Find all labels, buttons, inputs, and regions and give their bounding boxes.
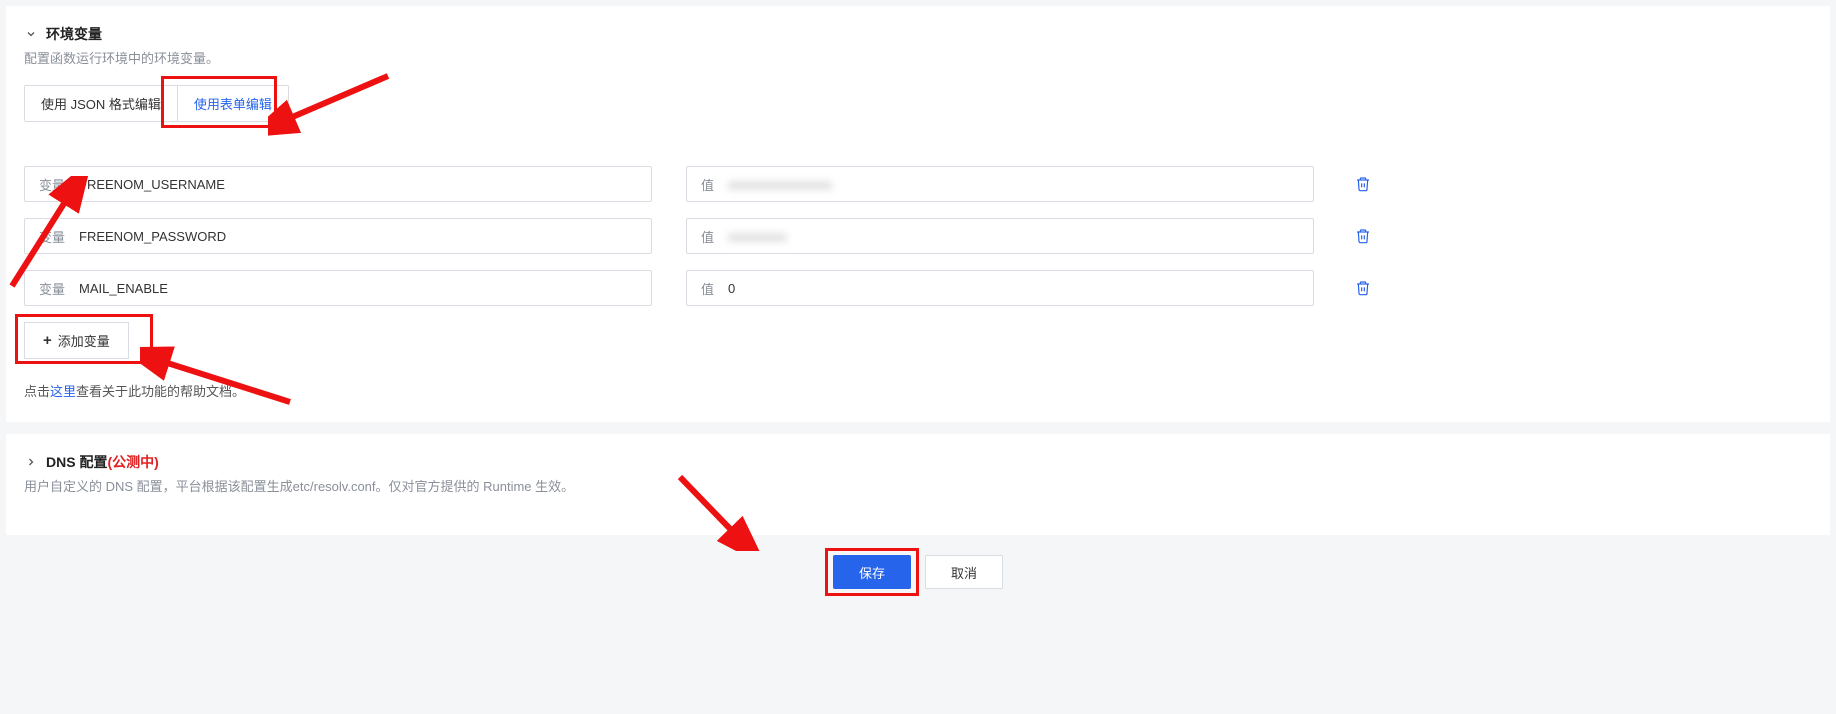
edit-mode-tabs: 使用 JSON 格式编辑 使用表单编辑 xyxy=(24,85,289,122)
dns-title: DNS 配置(公测中) xyxy=(46,452,159,472)
var-name-input[interactable] xyxy=(79,219,651,253)
trash-icon[interactable] xyxy=(1354,279,1372,297)
chevron-down-icon xyxy=(24,27,38,41)
env-var-rows: 变量 值 变量 值 xyxy=(24,166,1812,306)
beta-badge: (公测中) xyxy=(107,454,158,470)
dns-desc: 用户自定义的 DNS 配置，平台根据该配置生成etc/resolv.conf。仅… xyxy=(24,476,1812,495)
var-value-input[interactable] xyxy=(728,219,1313,253)
help-text: 点击这里查看关于此功能的帮助文档。 xyxy=(24,381,1812,400)
trash-icon[interactable] xyxy=(1354,227,1372,245)
add-variable-button[interactable]: + 添加变量 xyxy=(24,322,129,359)
val-label: 值 xyxy=(687,175,728,194)
env-var-row: 变量 值 xyxy=(24,270,1812,306)
annotation-arrow xyxy=(140,344,300,414)
val-label: 值 xyxy=(687,279,728,298)
var-label: 变量 xyxy=(25,227,79,246)
plus-icon: + xyxy=(43,333,52,348)
var-name-field[interactable]: 变量 xyxy=(24,270,652,306)
var-name-field[interactable]: 变量 xyxy=(24,218,652,254)
var-value-field[interactable]: 值 xyxy=(686,218,1314,254)
trash-icon[interactable] xyxy=(1354,175,1372,193)
env-title: 环境变量 xyxy=(46,24,102,44)
help-link[interactable]: 这里 xyxy=(50,384,76,399)
dns-panel-header[interactable]: DNS 配置(公测中) xyxy=(24,452,1812,472)
add-variable-label: 添加变量 xyxy=(58,331,110,350)
save-button[interactable]: 保存 xyxy=(833,555,911,589)
var-name-input[interactable] xyxy=(79,167,651,201)
env-panel: 环境变量 配置函数运行环境中的环境变量。 使用 JSON 格式编辑 使用表单编辑… xyxy=(6,6,1830,422)
var-value-input[interactable] xyxy=(728,167,1313,201)
var-label: 变量 xyxy=(25,175,79,194)
env-var-row: 变量 值 xyxy=(24,218,1812,254)
env-desc: 配置函数运行环境中的环境变量。 xyxy=(24,48,1812,67)
var-name-field[interactable]: 变量 xyxy=(24,166,652,202)
dns-panel: DNS 配置(公测中) 用户自定义的 DNS 配置，平台根据该配置生成etc/r… xyxy=(6,434,1830,535)
tab-json-edit[interactable]: 使用 JSON 格式编辑 xyxy=(25,86,178,121)
val-label: 值 xyxy=(687,227,728,246)
env-panel-header[interactable]: 环境变量 xyxy=(24,24,1812,44)
chevron-right-icon xyxy=(24,455,38,469)
var-value-input[interactable] xyxy=(728,271,1313,305)
var-name-input[interactable] xyxy=(79,271,651,305)
cancel-button[interactable]: 取消 xyxy=(925,555,1003,589)
var-value-field[interactable]: 值 xyxy=(686,270,1314,306)
env-var-row: 变量 值 xyxy=(24,166,1812,202)
var-label: 变量 xyxy=(25,279,79,298)
var-value-field[interactable]: 值 xyxy=(686,166,1314,202)
footer-actions: 保存 取消 xyxy=(0,547,1836,607)
tab-form-edit[interactable]: 使用表单编辑 xyxy=(178,86,288,121)
